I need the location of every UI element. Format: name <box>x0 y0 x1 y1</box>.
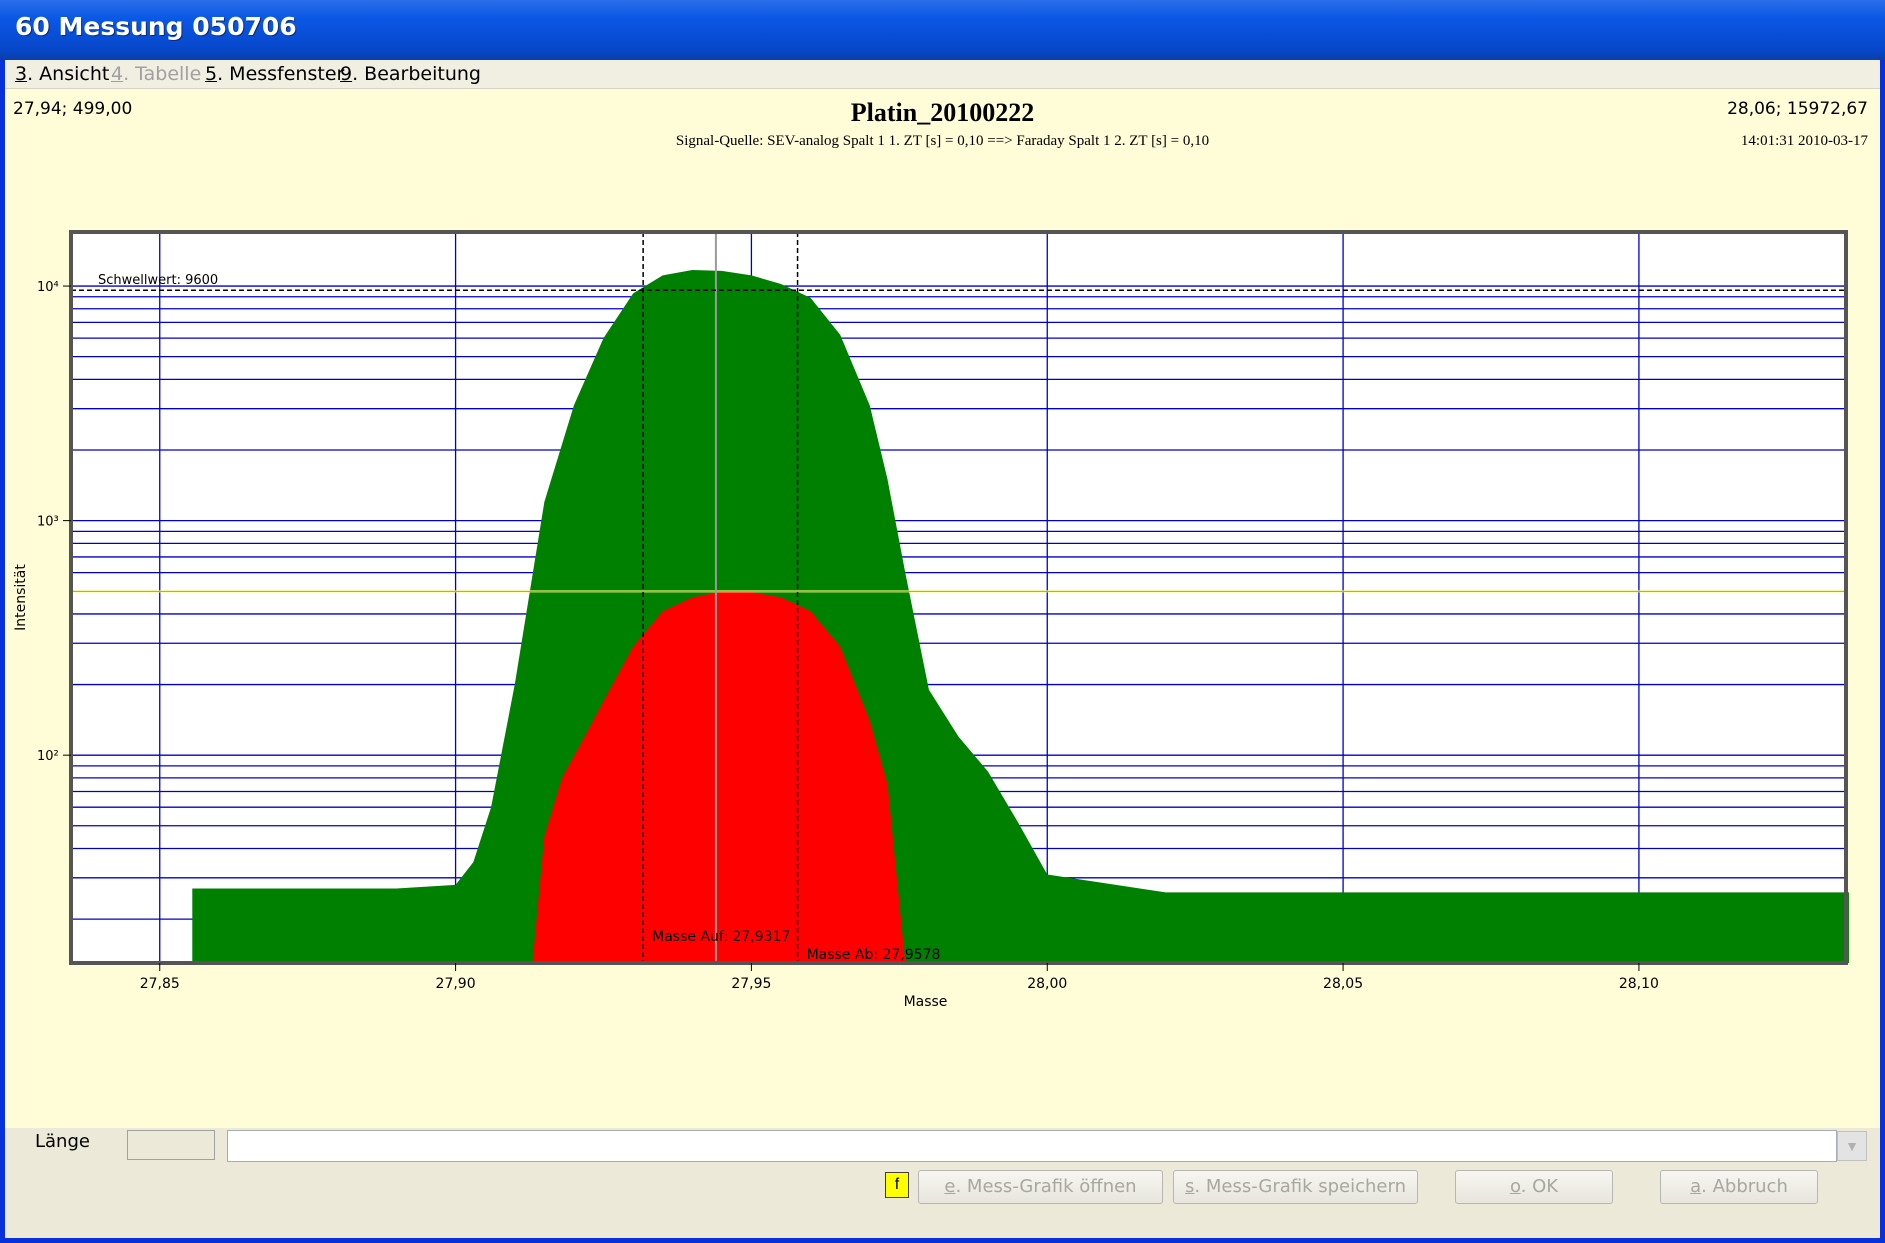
ok-label: . OK <box>1520 1176 1559 1197</box>
y-axis-label: Intensität <box>13 564 29 631</box>
menu-ansicht-key: 3 <box>15 63 28 85</box>
bottom-panel: Länge ▼ f e. Mess-Grafik öffnen s. Mess-… <box>5 1128 1880 1238</box>
ok-button[interactable]: o. OK <box>1455 1170 1613 1204</box>
x-axis-label: Masse <box>904 994 948 1010</box>
open-graphic-label: . Mess-Grafik öffnen <box>955 1176 1137 1197</box>
x-tick-label: 28,10 <box>1619 976 1659 992</box>
laenge-label: Länge <box>35 1131 90 1152</box>
cancel-button[interactable]: a. Abbruch <box>1660 1170 1818 1204</box>
x-tick-label: 27,90 <box>436 976 476 992</box>
menu-messfenster-key: 5 <box>205 63 218 85</box>
menu-ansicht[interactable]: 3. Ansicht <box>15 63 109 85</box>
save-graphic-label: . Mess-Grafik speichern <box>1194 1176 1406 1197</box>
x-tick-label: 28,00 <box>1027 976 1067 992</box>
open-graphic-button[interactable]: e. Mess-Grafik öffnen <box>918 1170 1163 1204</box>
save-graphic-button[interactable]: s. Mess-Grafik speichern <box>1173 1170 1418 1204</box>
cancel-key: a <box>1690 1176 1702 1197</box>
open-graphic-key: e <box>944 1176 956 1197</box>
menu-bar: 3. Ansicht 4. Tabelle 5. Messfenster 9. … <box>5 60 1880 89</box>
menu-messfenster[interactable]: 5. Messfenster <box>205 63 344 85</box>
title-bar[interactable]: 60 Messung 050706 <box>0 0 1885 60</box>
timestamp: 14:01:31 2010-03-17 <box>1740 133 1868 149</box>
x-tick-label: 28,05 <box>1323 976 1363 992</box>
masse-auf-label: Masse Auf: 27,9317 <box>652 929 790 945</box>
menu-tabelle-key: 4 <box>111 63 124 85</box>
mass-spectrum-chart[interactable]: Schwellwert: 9600 Masse Auf: 27,9317 Masse… <box>5 200 1880 1128</box>
client-area: 3. Ansicht 4. Tabelle 5. Messfenster 9. … <box>5 60 1880 1238</box>
masse-ab-label: Masse Ab: 27,9578 <box>807 947 941 963</box>
x-tick-label: 27,95 <box>731 976 771 992</box>
y-tick-label: 10³ <box>37 515 59 530</box>
laenge-field[interactable] <box>127 1130 215 1160</box>
f-indicator[interactable]: f <box>885 1172 909 1198</box>
menu-messfenster-label: . Messfenster <box>217 63 345 85</box>
window-title: 60 Messung 050706 <box>15 12 297 41</box>
y-tick-label: 10² <box>37 749 59 764</box>
menu-ansicht-label: . Ansicht <box>27 63 110 85</box>
menu-bearbeitung-label: . Bearbeitung <box>352 63 481 85</box>
threshold-label: Schwellwert: 9600 <box>98 273 218 288</box>
y-tick-label: 10⁴ <box>37 280 59 295</box>
menu-tabelle-label: . Tabelle <box>123 63 202 85</box>
menu-bearbeitung[interactable]: 9. Bearbeitung <box>340 63 481 85</box>
cancel-label: . Abbruch <box>1701 1176 1788 1197</box>
menu-tabelle[interactable]: 4. Tabelle <box>111 63 201 85</box>
ok-key: o <box>1509 1176 1521 1197</box>
chevron-down-icon[interactable]: ▼ <box>1837 1131 1867 1161</box>
menu-bearbeitung-key: 9 <box>340 63 353 85</box>
chart-subtitle: Signal-Quelle: SEV-analog Spalt 1 1. ZT … <box>675 133 1210 149</box>
x-tick-label: 27,85 <box>140 976 180 992</box>
app-window: 60 Messung 050706 3. Ansicht 4. Tabelle … <box>0 0 1885 1243</box>
chart-title: Platin_20100222 <box>850 98 1035 127</box>
save-graphic-key: s <box>1185 1176 1195 1197</box>
info-field[interactable] <box>227 1130 1837 1162</box>
